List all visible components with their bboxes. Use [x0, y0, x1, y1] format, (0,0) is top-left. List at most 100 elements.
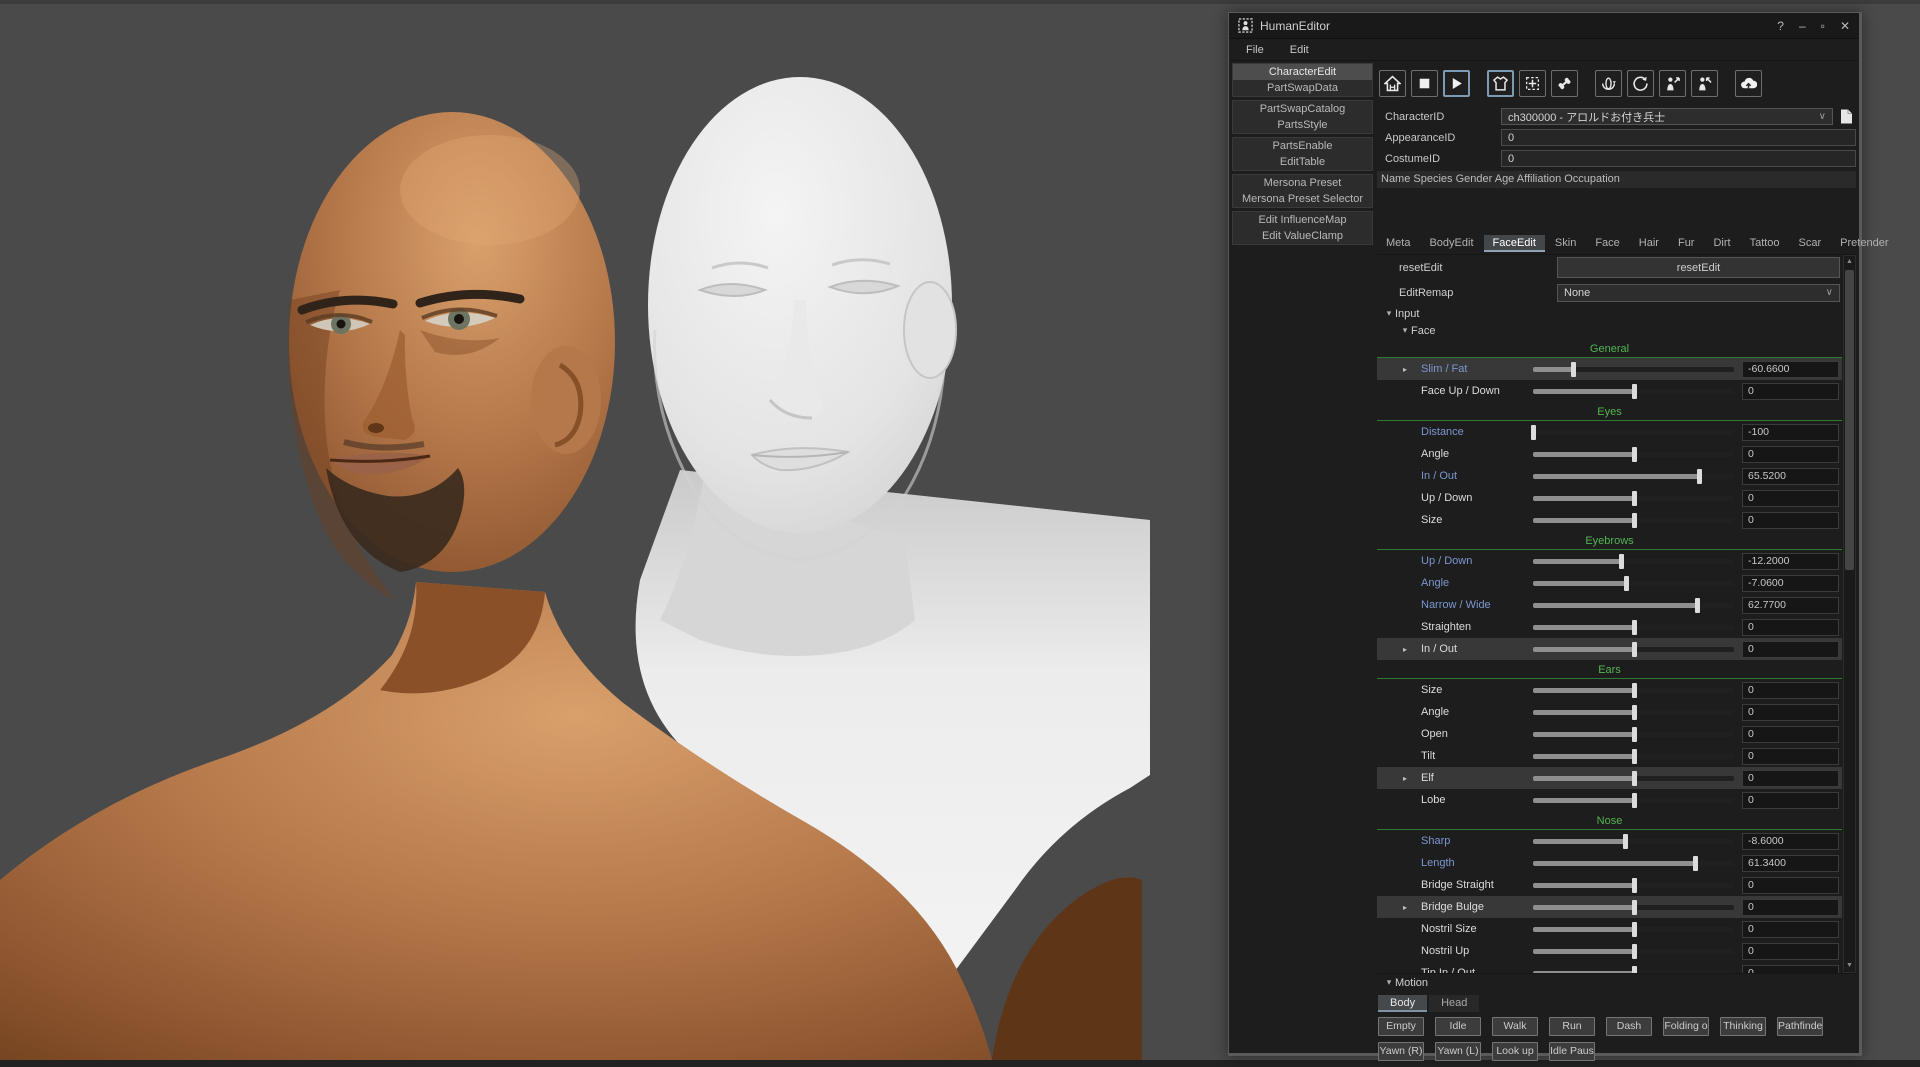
gizmo-button[interactable]: [1519, 70, 1546, 97]
scrollbar-track[interactable]: [1844, 268, 1855, 960]
motion-button-look-up[interactable]: Look up: [1492, 1042, 1538, 1061]
help-button[interactable]: ?: [1777, 19, 1784, 33]
costumeid-input[interactable]: 0: [1501, 150, 1856, 167]
param-slider[interactable]: [1533, 362, 1734, 377]
param-slider[interactable]: [1533, 793, 1734, 808]
motion-button-walk[interactable]: Walk: [1492, 1017, 1538, 1036]
param-value-field[interactable]: 61.3400: [1742, 855, 1839, 872]
sidebar-item-mersona-preset[interactable]: Mersona Preset: [1233, 175, 1372, 191]
stop-button[interactable]: [1411, 70, 1438, 97]
tab-pretender[interactable]: Pretender: [1831, 235, 1897, 252]
bone-button[interactable]: [1551, 70, 1578, 97]
tree-node-input[interactable]: ▾ Input: [1377, 305, 1842, 322]
param-value-field[interactable]: 0: [1742, 792, 1839, 809]
param-value-field[interactable]: 0: [1742, 512, 1839, 529]
param-value-field[interactable]: 0: [1742, 490, 1839, 507]
scroll-up-icon[interactable]: ▲: [1844, 256, 1855, 268]
slider-handle[interactable]: [1632, 513, 1637, 528]
param-value-field[interactable]: 0: [1742, 704, 1839, 721]
editremap-select[interactable]: None ∨: [1557, 284, 1840, 302]
slider-handle[interactable]: [1623, 834, 1628, 849]
param-slider[interactable]: [1533, 834, 1734, 849]
tab-tattoo[interactable]: Tattoo: [1741, 235, 1789, 252]
param-value-field[interactable]: -100: [1742, 424, 1839, 441]
close-button[interactable]: ✕: [1840, 19, 1850, 33]
motion-button-idle[interactable]: Idle: [1435, 1017, 1481, 1036]
param-value-field[interactable]: 0: [1742, 921, 1839, 938]
motion-button-empty[interactable]: Empty: [1378, 1017, 1424, 1036]
param-value-field[interactable]: 0: [1742, 965, 1839, 974]
motion-button-yawn-r[interactable]: Yawn (R): [1378, 1042, 1424, 1061]
param-slider[interactable]: [1533, 491, 1734, 506]
param-slider[interactable]: [1533, 554, 1734, 569]
param-slider[interactable]: [1533, 425, 1734, 440]
param-slider[interactable]: [1533, 384, 1734, 399]
param-slider[interactable]: [1533, 447, 1734, 462]
scroll-down-icon[interactable]: ▼: [1844, 960, 1855, 972]
slider-handle[interactable]: [1624, 576, 1629, 591]
slider-handle[interactable]: [1632, 620, 1637, 635]
sidebar-item-edit-valueclamp[interactable]: Edit ValueClamp: [1233, 228, 1372, 244]
minimize-button[interactable]: –: [1799, 19, 1806, 33]
row-expander-icon[interactable]: ▸: [1403, 903, 1421, 912]
menu-file[interactable]: File: [1235, 42, 1275, 58]
tab-face[interactable]: Face: [1586, 235, 1628, 252]
param-value-field[interactable]: -8.6000: [1742, 833, 1839, 850]
param-value-field[interactable]: 65.5200: [1742, 468, 1839, 485]
tab-bodyedit[interactable]: BodyEdit: [1420, 235, 1482, 252]
tab-dirt[interactable]: Dirt: [1704, 235, 1739, 252]
tab-skin[interactable]: Skin: [1546, 235, 1585, 252]
slider-handle[interactable]: [1632, 878, 1637, 893]
param-value-field[interactable]: 0: [1742, 619, 1839, 636]
param-value-field[interactable]: 0: [1742, 899, 1839, 916]
rotate-button[interactable]: [1627, 70, 1654, 97]
param-slider[interactable]: [1533, 513, 1734, 528]
param-slider[interactable]: [1533, 469, 1734, 484]
param-slider[interactable]: [1533, 922, 1734, 937]
motion-button-thinking[interactable]: Thinking: [1720, 1017, 1766, 1036]
row-expander-icon[interactable]: ▸: [1403, 645, 1421, 654]
slider-handle[interactable]: [1619, 554, 1624, 569]
tab-hair[interactable]: Hair: [1630, 235, 1668, 252]
slider-handle[interactable]: [1632, 793, 1637, 808]
param-slider[interactable]: [1533, 727, 1734, 742]
resetedit-button[interactable]: resetEdit: [1557, 257, 1840, 278]
param-value-field[interactable]: 0: [1742, 943, 1839, 960]
param-value-field[interactable]: 0: [1742, 446, 1839, 463]
slider-handle[interactable]: [1632, 683, 1637, 698]
param-slider[interactable]: [1533, 944, 1734, 959]
slider-handle[interactable]: [1632, 749, 1637, 764]
motion-header[interactable]: ▾ Motion: [1377, 974, 1856, 991]
motion-button-dash[interactable]: Dash: [1606, 1017, 1652, 1036]
sidebar-item-edittable[interactable]: EditTable: [1233, 154, 1372, 170]
param-value-field[interactable]: 0: [1742, 877, 1839, 894]
motion-button-yawn-l[interactable]: Yawn (L): [1435, 1042, 1481, 1061]
slider-handle[interactable]: [1632, 922, 1637, 937]
param-slider[interactable]: [1533, 576, 1734, 591]
row-expander-icon[interactable]: ▸: [1403, 774, 1421, 783]
slider-handle[interactable]: [1632, 966, 1637, 974]
slider-handle[interactable]: [1693, 856, 1698, 871]
motion-tab-head[interactable]: Head: [1429, 995, 1479, 1012]
param-value-field[interactable]: 0: [1742, 682, 1839, 699]
slider-handle[interactable]: [1632, 771, 1637, 786]
param-slider[interactable]: [1533, 900, 1734, 915]
rotate-y-button[interactable]: [1595, 70, 1622, 97]
motion-button-run[interactable]: Run: [1549, 1017, 1595, 1036]
sidebar-item-partsenable[interactable]: PartsEnable: [1233, 138, 1372, 154]
person-export-button[interactable]: [1659, 70, 1686, 97]
slider-handle[interactable]: [1632, 491, 1637, 506]
motion-button-folding-o[interactable]: Folding o: [1663, 1017, 1709, 1036]
slider-track[interactable]: [1533, 430, 1734, 435]
tab-faceedit[interactable]: FaceEdit: [1484, 235, 1545, 252]
titlebar[interactable]: HumanEditor ? – ▫ ✕: [1229, 13, 1859, 39]
slider-handle[interactable]: [1531, 425, 1536, 440]
param-value-field[interactable]: 0: [1742, 748, 1839, 765]
slider-handle[interactable]: [1695, 598, 1700, 613]
characterid-select[interactable]: ch300000 - アロルドお付き兵士 ∨: [1501, 108, 1833, 125]
tab-scar[interactable]: Scar: [1790, 235, 1831, 252]
param-slider[interactable]: [1533, 620, 1734, 635]
appearanceid-input[interactable]: 0: [1501, 129, 1856, 146]
tab-fur[interactable]: Fur: [1669, 235, 1704, 252]
param-slider[interactable]: [1533, 705, 1734, 720]
